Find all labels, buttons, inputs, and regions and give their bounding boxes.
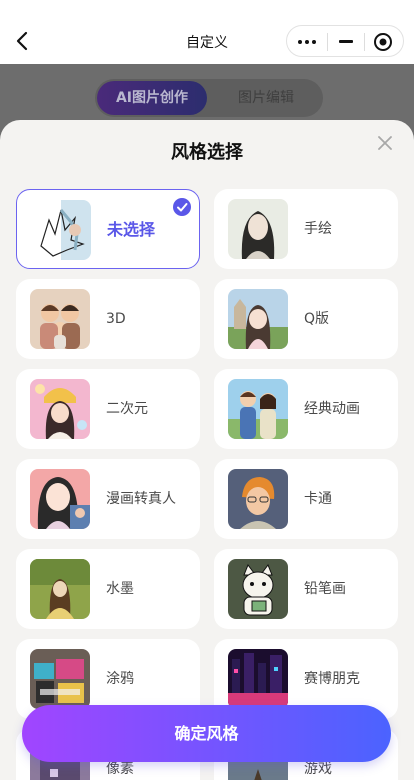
- style-thumbnail: [228, 649, 288, 709]
- style-label: 经典动画: [304, 401, 360, 417]
- style-thumbnail: [228, 199, 288, 259]
- mode-tabs: AI图片创作 图片编辑: [95, 79, 323, 117]
- style-label: 漫画转真人: [106, 491, 176, 507]
- more-icon[interactable]: [297, 34, 319, 50]
- style-card-anime[interactable]: 二次元: [16, 369, 200, 449]
- style-thumbnail: [30, 469, 90, 529]
- close-target-icon[interactable]: [373, 32, 393, 52]
- top-nav-bar: 自定义: [0, 0, 414, 64]
- style-label: 3D: [106, 311, 126, 327]
- style-label: 卡通: [304, 491, 332, 507]
- style-thumbnail: [228, 469, 288, 529]
- style-thumbnail: [228, 559, 288, 619]
- style-card-cartoon[interactable]: 卡通: [214, 459, 398, 539]
- style-label: 水墨: [106, 581, 134, 597]
- close-icon[interactable]: [376, 134, 394, 152]
- style-card-none[interactable]: 未选择: [16, 189, 200, 269]
- style-thumbnail: [30, 649, 90, 709]
- check-icon: [173, 198, 191, 216]
- minimize-icon[interactable]: [336, 34, 358, 50]
- style-thumbnail: [228, 379, 288, 439]
- style-thumbnail: [30, 559, 90, 619]
- confirm-style-button[interactable]: 确定风格: [22, 705, 391, 762]
- style-card-classic-animation[interactable]: 经典动画: [214, 369, 398, 449]
- capsule-divider: [327, 33, 328, 51]
- sheet-title: 风格选择: [171, 142, 243, 163]
- style-label: 铅笔画: [304, 581, 346, 597]
- style-picker-sheet: 风格选择 未选择 手绘 3D Q版 二次元 经典动画 漫画转真人 卡通 水墨 铅…: [0, 120, 414, 780]
- tab-ai-image[interactable]: AI图片创作: [97, 81, 207, 115]
- capsule-divider: [364, 33, 365, 51]
- style-label: 手绘: [304, 221, 332, 237]
- style-thumbnail: [31, 200, 91, 260]
- style-card-chibi[interactable]: Q版: [214, 279, 398, 359]
- style-label: Q版: [304, 311, 330, 327]
- style-card-3d[interactable]: 3D: [16, 279, 200, 359]
- style-card-pencil[interactable]: 铅笔画: [214, 549, 398, 629]
- mini-program-capsule: [286, 25, 404, 57]
- style-thumbnail: [228, 289, 288, 349]
- style-label: 二次元: [106, 401, 148, 417]
- style-card-ink-wash[interactable]: 水墨: [16, 549, 200, 629]
- style-label: 未选择: [107, 220, 156, 239]
- style-card-comic-to-real[interactable]: 漫画转真人: [16, 459, 200, 539]
- tab-image-edit[interactable]: 图片编辑: [213, 81, 319, 115]
- style-thumbnail: [30, 379, 90, 439]
- style-card-hand-drawn[interactable]: 手绘: [214, 189, 398, 269]
- style-thumbnail: [30, 289, 90, 349]
